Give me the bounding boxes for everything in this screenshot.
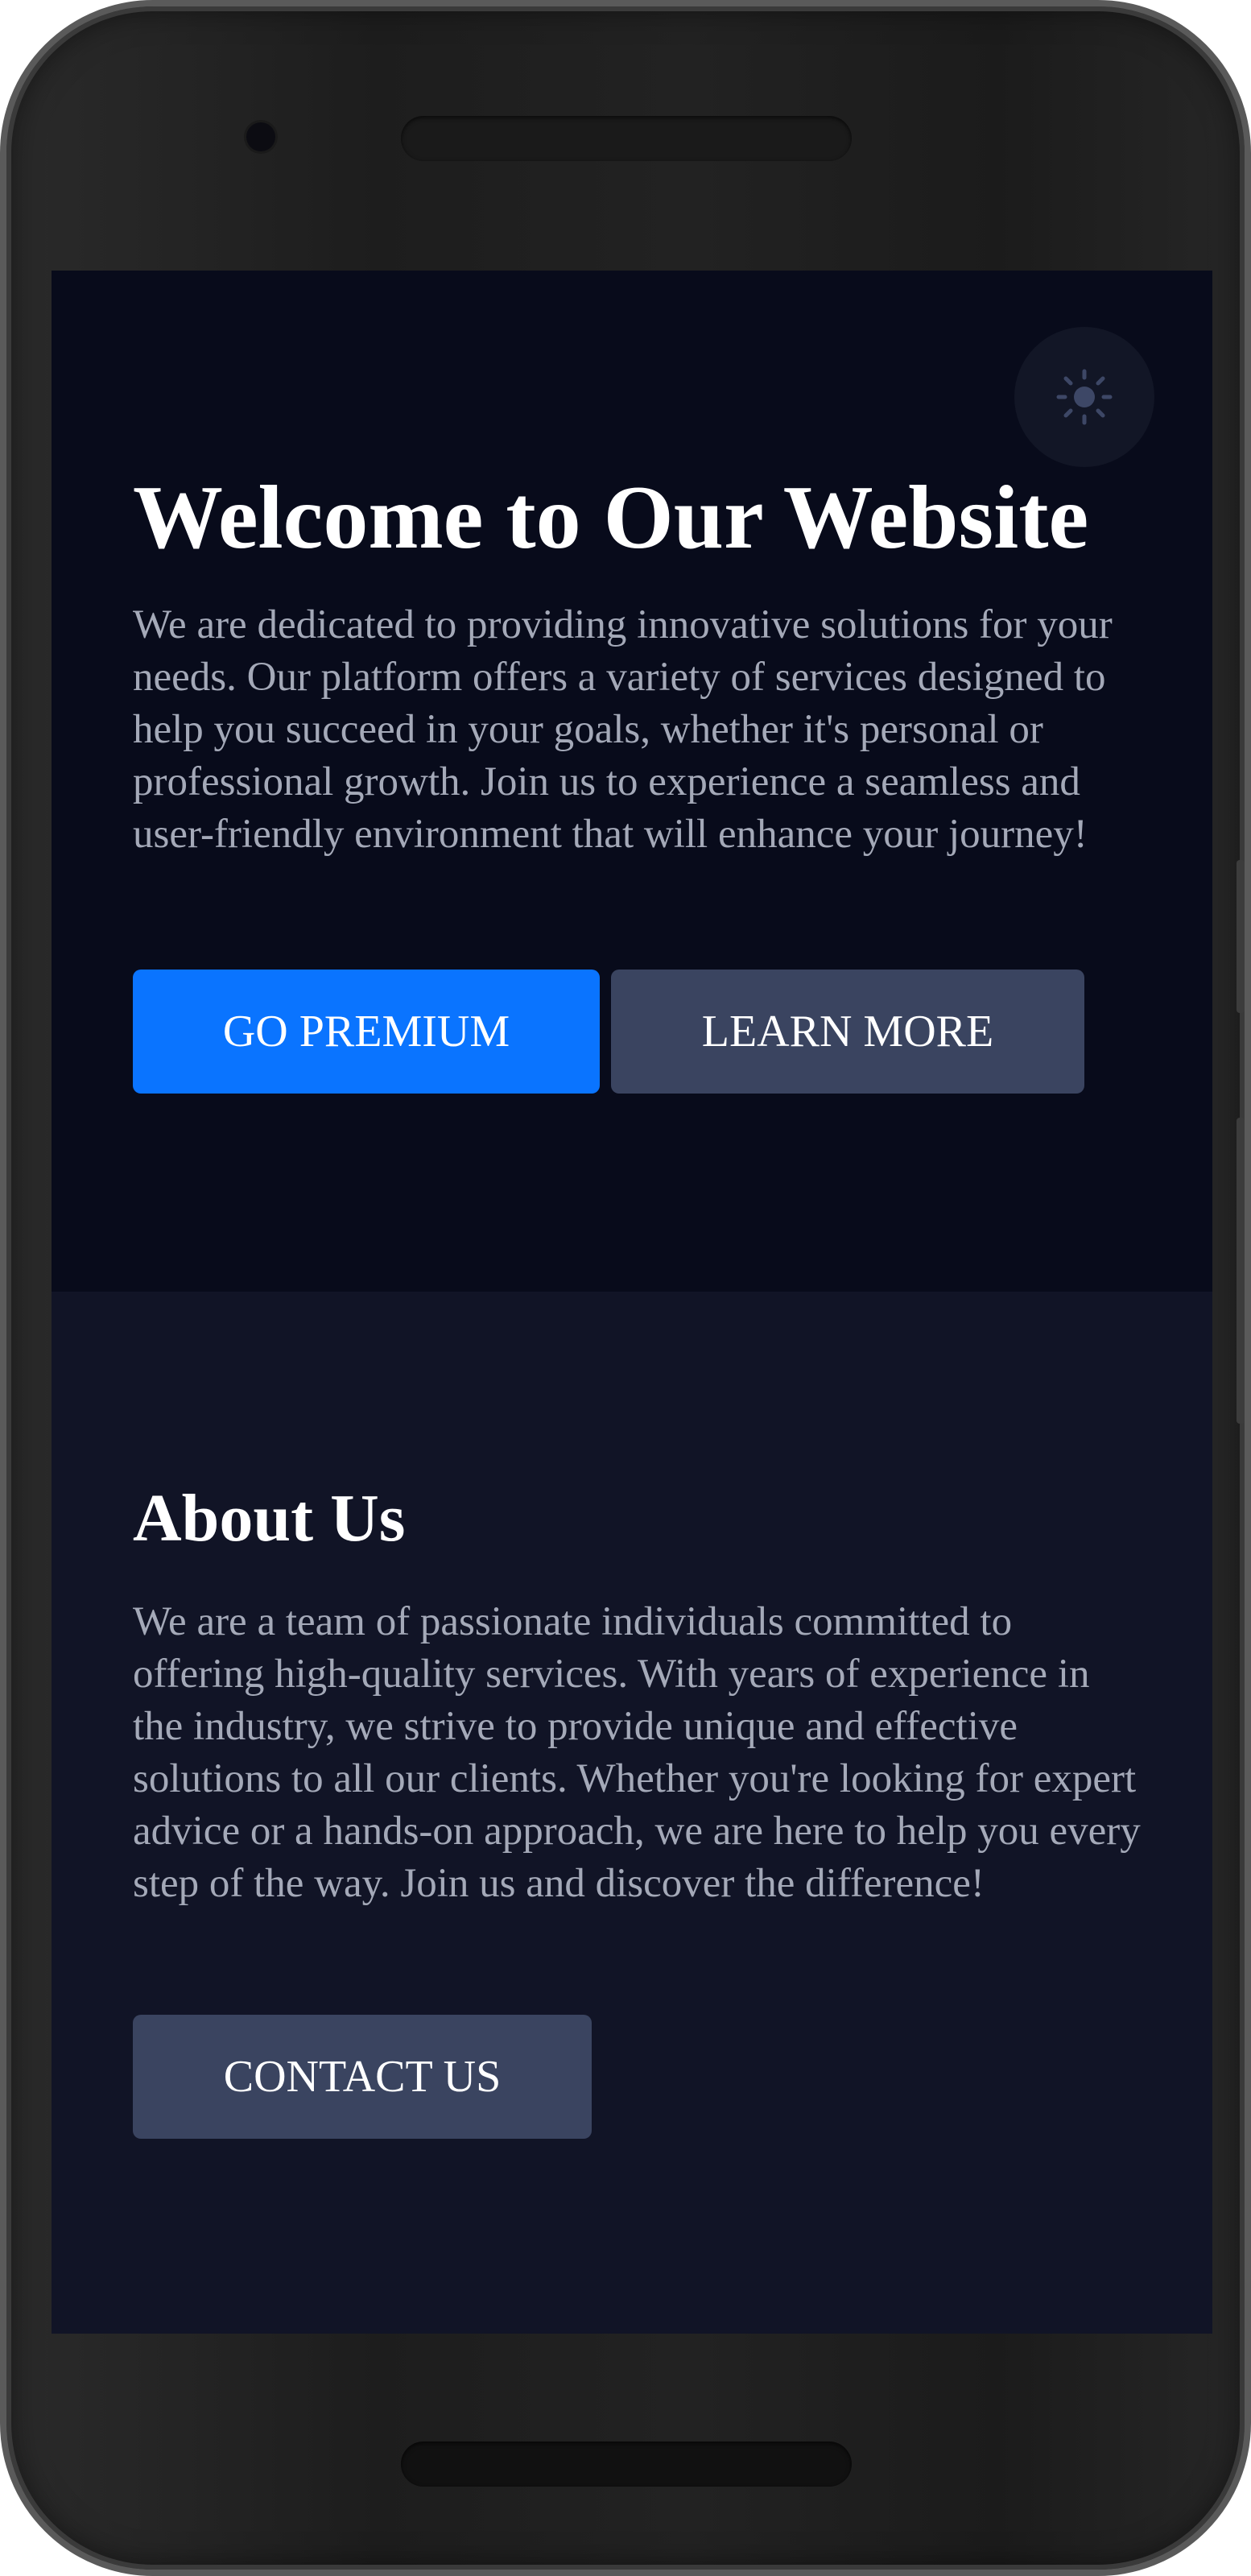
hero-description: We are dedicated to providing innovative… (133, 602, 1113, 857)
bottom-speaker (401, 2442, 852, 2487)
learn-more-button[interactable]: LEARN MORE (611, 970, 1084, 1094)
earpiece-speaker (401, 116, 852, 161)
contact-us-button[interactable]: CONTACT US (133, 2015, 592, 2139)
hero-title: Welcome to Our Website (133, 468, 1089, 568)
go-premium-button[interactable]: GO PREMIUM (133, 970, 600, 1094)
sun-icon (1056, 369, 1113, 425)
about-section: About Us We are a team of passionate ind… (52, 1292, 1212, 2334)
about-description: We are a team of passionate individuals … (133, 1599, 1141, 1906)
front-camera (246, 122, 275, 151)
phone-frame: Welcome to Our Website We are dedicated … (0, 0, 1251, 2576)
phone-screen: Welcome to Our Website We are dedicated … (52, 271, 1212, 2334)
theme-toggle-button[interactable] (1014, 327, 1154, 467)
phone-side-button (1237, 860, 1245, 1013)
hero-section: Welcome to Our Website We are dedicated … (52, 271, 1212, 1292)
about-title: About Us (133, 1481, 406, 1556)
phone-volume-button (1237, 1118, 1245, 1424)
